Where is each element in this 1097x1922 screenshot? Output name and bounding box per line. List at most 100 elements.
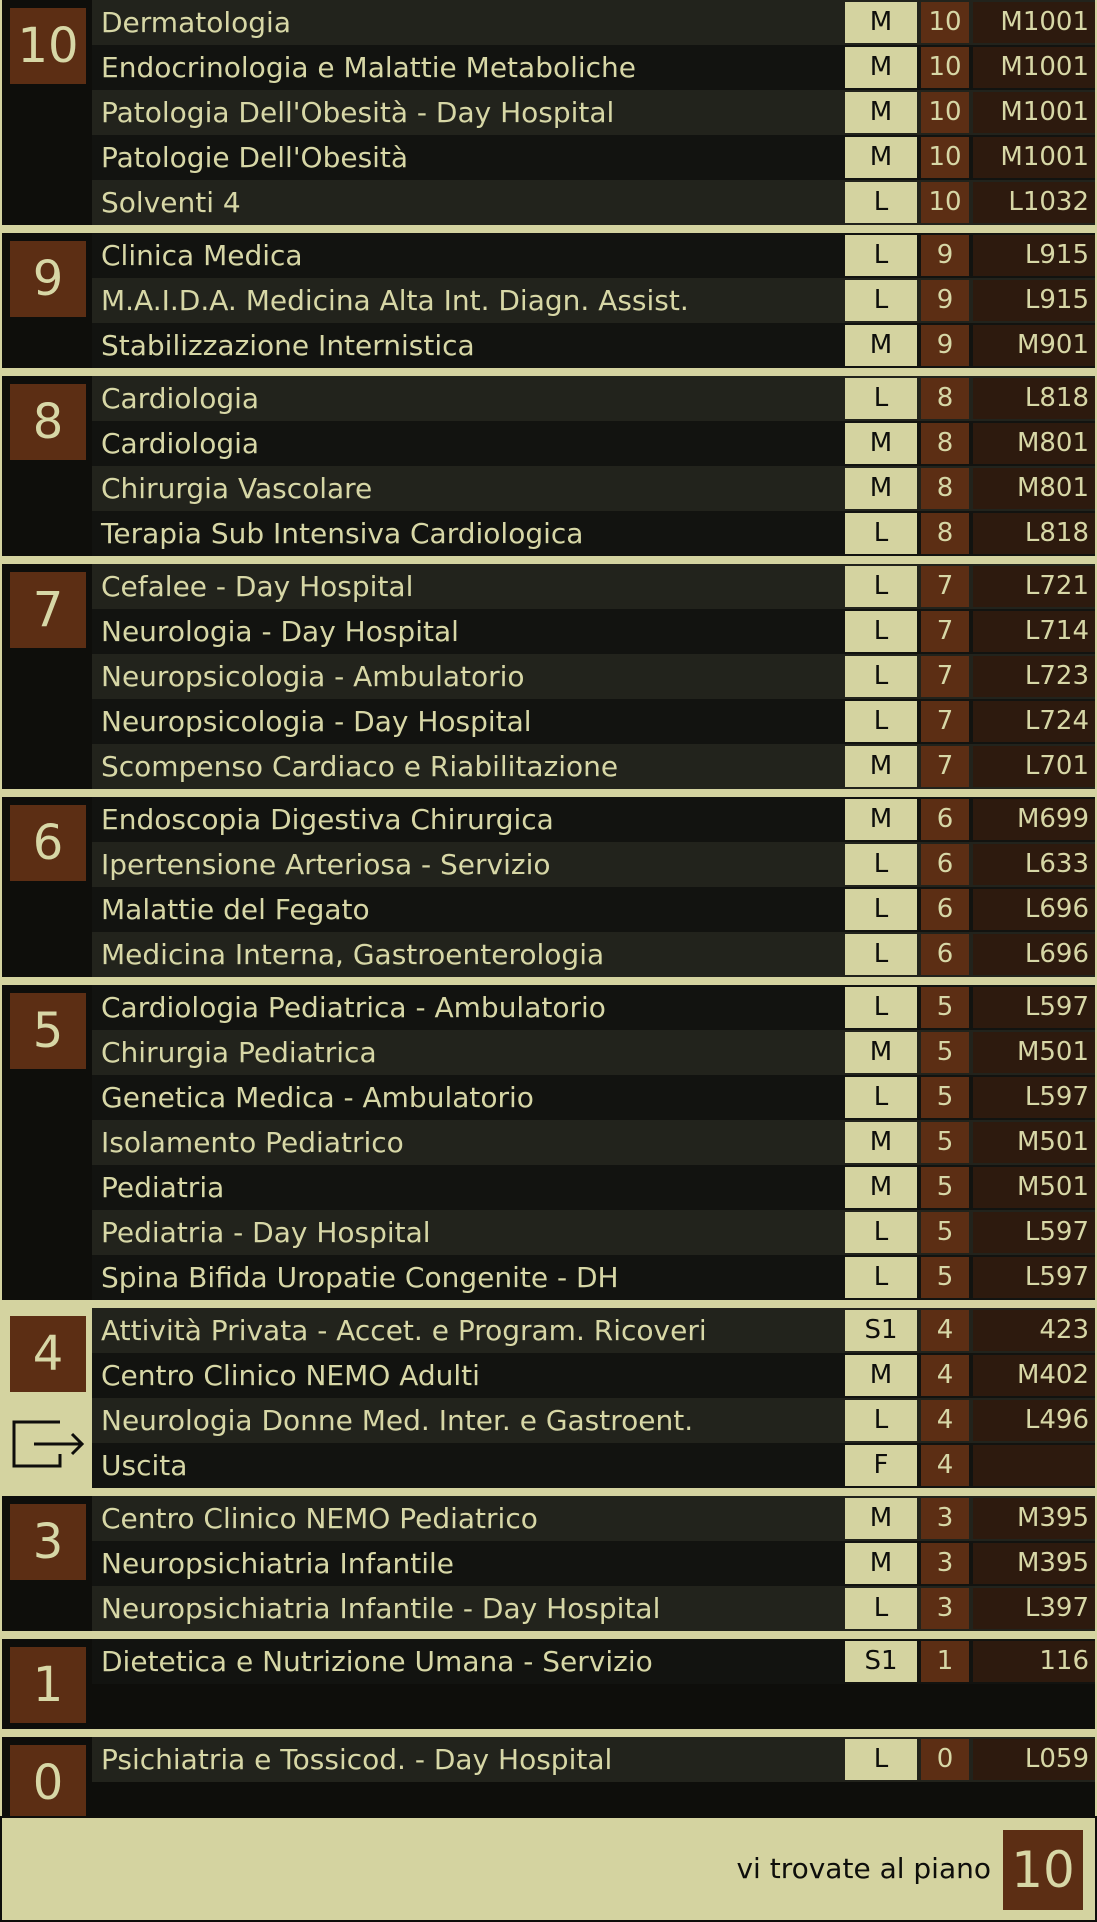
room-code: L714: [973, 611, 1095, 652]
department-name: Clinica Medica: [101, 239, 303, 272]
floor-section: 0 Psichiatria e Tossicod. - Day Hospital L…: [0, 1729, 1097, 1827]
room-code: 423: [973, 1310, 1095, 1351]
building-badge: L: [845, 934, 917, 975]
building-badge: L: [845, 1212, 917, 1253]
building-badge: L: [845, 889, 917, 930]
department-row: Endoscopia Digestiva Chirurgica M 6 M699: [92, 797, 1097, 842]
department-name: Centro Clinico NEMO Pediatrico: [101, 1502, 538, 1535]
floor-badge: 3: [921, 1543, 969, 1584]
department-row: Isolamento Pediatrico M 5 M501: [92, 1120, 1097, 1165]
floor-sidebar: 0: [0, 1737, 94, 1827]
building-badge: L: [845, 1588, 917, 1629]
department-list: Cefalee - Day Hospital L 7 L721 Neurologia -…: [92, 564, 1097, 789]
department-name: Genetica Medica - Ambulatorio: [101, 1081, 534, 1114]
department-name: M.A.I.D.A. Medicina Alta Int. Diagn. Ass…: [101, 284, 689, 317]
room-code: M1001: [973, 47, 1095, 88]
room-code: M801: [973, 468, 1095, 509]
department-name: Patologie Dell'Obesità: [101, 141, 409, 174]
floor-number-badge: 7: [10, 572, 86, 648]
department-name: Neurologia Donne Med. Inter. e Gastroent…: [101, 1404, 694, 1437]
floor-badge: 6: [921, 844, 969, 885]
building-badge: L: [845, 378, 917, 419]
floor-badge: 7: [921, 701, 969, 742]
department-list: Dietetica e Nutrizione Umana - Servizio S…: [92, 1639, 1097, 1729]
floor-section: 1 Dietetica e Nutrizione Umana - Servizio…: [0, 1631, 1097, 1729]
room-code: L633: [973, 844, 1095, 885]
room-code: L1032: [973, 182, 1095, 223]
floor-sidebar: 3: [0, 1496, 94, 1631]
building-badge: M: [845, 2, 917, 43]
floor-badge: 5: [921, 1167, 969, 1208]
room-code: M699: [973, 799, 1095, 840]
floor-badge: 9: [921, 280, 969, 321]
floor-badge: 5: [921, 1032, 969, 1073]
department-row: Centro Clinico NEMO Adulti M 4 M402: [92, 1353, 1097, 1398]
room-code: L915: [973, 235, 1095, 276]
floor-number-badge: 10: [10, 8, 86, 84]
department-list: Endoscopia Digestiva Chirurgica M 6 M699 Ipe…: [92, 797, 1097, 977]
floor-badge: 7: [921, 746, 969, 787]
department-name: Isolamento Pediatrico: [101, 1126, 404, 1159]
department-row: Endocrinologia e Malattie Metaboliche M 10…: [92, 45, 1097, 90]
department-list: Cardiologia L 8 L818 Cardiologia M 8 M801 Chirur…: [92, 376, 1097, 556]
building-badge: L: [845, 1400, 917, 1441]
department-row: Malattie del Fegato L 6 L696: [92, 887, 1097, 932]
department-row: Pediatria M 5 M501: [92, 1165, 1097, 1210]
floor-directory: 10 Dermatologia M 10 M1001 Endocrinologia e M…: [0, 0, 1097, 1827]
floor-badge: 10: [921, 92, 969, 133]
department-name: Terapia Sub Intensiva Cardiologica: [101, 517, 584, 550]
room-code: M1001: [973, 137, 1095, 178]
building-badge: L: [845, 1077, 917, 1118]
department-row: Uscita F 4: [92, 1443, 1097, 1488]
room-code: L597: [973, 1077, 1095, 1118]
floor-sidebar: 10: [0, 0, 94, 225]
floor-badge: 4: [921, 1355, 969, 1396]
department-row: Pediatria - Day Hospital L 5 L597: [92, 1210, 1097, 1255]
building-badge: L: [845, 235, 917, 276]
department-name: Cefalee - Day Hospital: [101, 570, 414, 603]
floor-number-badge: 5: [10, 993, 86, 1069]
floor-badge: 0: [921, 1739, 969, 1780]
floor-badge: 5: [921, 1077, 969, 1118]
building-badge: M: [845, 47, 917, 88]
building-badge: L: [845, 1739, 917, 1780]
floor-sidebar: 5: [0, 985, 94, 1300]
room-code: L701: [973, 746, 1095, 787]
floor-badge: 1: [921, 1641, 969, 1682]
floor-section: 7 Cefalee - Day Hospital L 7 L721 Neurologia …: [0, 556, 1097, 789]
room-code: M501: [973, 1122, 1095, 1163]
building-badge: F: [845, 1445, 917, 1486]
building-badge: L: [845, 280, 917, 321]
department-row: Cardiologia L 8 L818: [92, 376, 1097, 421]
room-code: L724: [973, 701, 1095, 742]
floor-badge: 6: [921, 934, 969, 975]
department-name: Psichiatria e Tossicod. - Day Hospital: [101, 1743, 613, 1776]
floor-number-badge: 9: [10, 241, 86, 317]
department-row: Solventi 4 L 10 L1032: [92, 180, 1097, 225]
department-row: Neurologia - Day Hospital L 7 L714: [92, 609, 1097, 654]
floor-badge: 8: [921, 423, 969, 464]
room-code: M501: [973, 1032, 1095, 1073]
floor-badge: 5: [921, 987, 969, 1028]
department-list: Dermatologia M 10 M1001 Endocrinologia e Mal…: [92, 0, 1097, 225]
room-code: L915: [973, 280, 1095, 321]
building-badge: L: [845, 656, 917, 697]
building-badge: L: [845, 844, 917, 885]
department-row: Neuropsichiatria Infantile M 3 M395: [92, 1541, 1097, 1586]
building-badge: S1: [845, 1310, 917, 1351]
department-name: Neuropsicologia - Day Hospital: [101, 705, 532, 738]
floor-badge: 4: [921, 1400, 969, 1441]
room-code: M501: [973, 1167, 1095, 1208]
floor-badge: 6: [921, 799, 969, 840]
building-badge: M: [845, 92, 917, 133]
department-name: Malattie del Fegato: [101, 893, 370, 926]
department-row: Neuropsicologia - Ambulatorio L 7 L723: [92, 654, 1097, 699]
room-code: M801: [973, 423, 1095, 464]
department-row: Cardiologia Pediatrica - Ambulatorio L 5 L5…: [92, 985, 1097, 1030]
floor-badge: 10: [921, 47, 969, 88]
building-badge: M: [845, 468, 917, 509]
current-floor-label: vi trovate al piano: [736, 1852, 991, 1885]
room-code: L397: [973, 1588, 1095, 1629]
building-badge: M: [845, 1355, 917, 1396]
department-name: Scompenso Cardiaco e Riabilitazione: [101, 750, 619, 783]
